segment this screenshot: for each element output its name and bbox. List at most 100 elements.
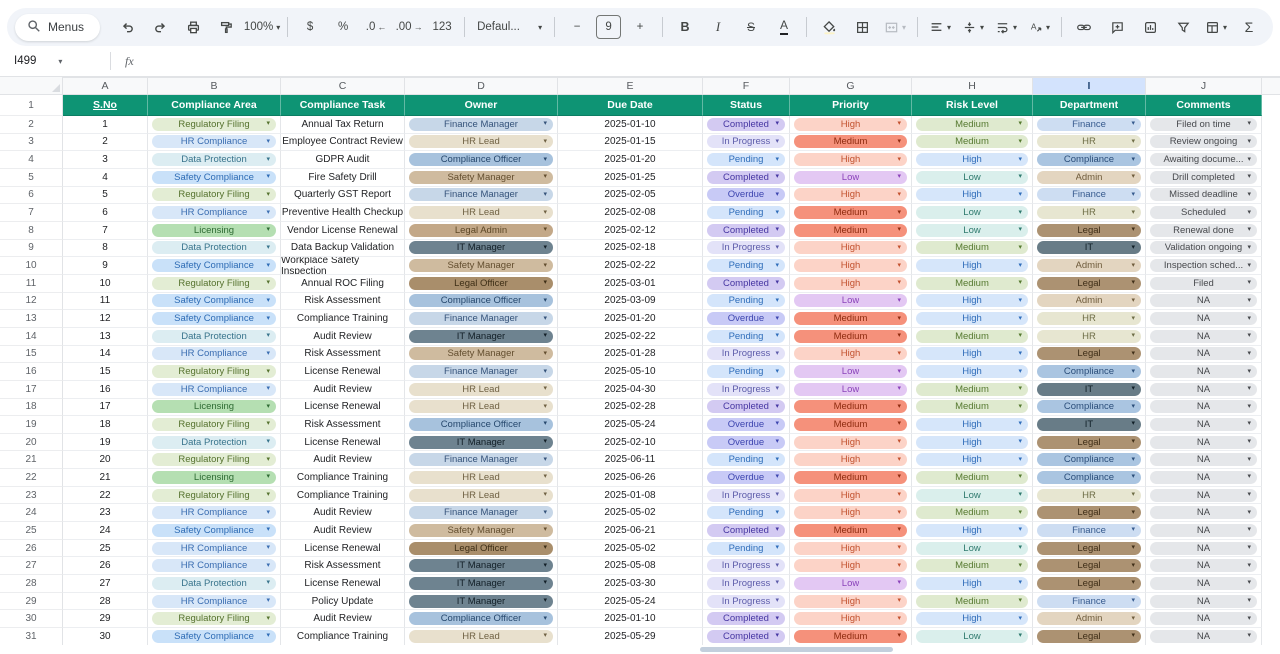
cell-compliance-area[interactable]: Data Protection▾ (148, 240, 281, 258)
cell-department[interactable]: Finance▾ (1033, 593, 1146, 611)
cell-owner[interactable]: HR Lead▾ (405, 487, 558, 505)
cell-risk-level[interactable]: Medium▾ (912, 116, 1033, 134)
row-number-28[interactable]: 28 (0, 575, 63, 593)
cell-department[interactable]: IT▾ (1033, 240, 1146, 258)
status-dropdown-chip[interactable]: Completed▾ (707, 118, 785, 131)
cell-risk-level[interactable]: Medium▾ (912, 593, 1033, 611)
row-number-29[interactable]: 29 (0, 593, 63, 611)
area-dropdown-chip[interactable]: HR Compliance▾ (152, 135, 276, 148)
risk-dropdown-chip[interactable]: High▾ (916, 347, 1028, 360)
select-all-corner[interactable] (0, 77, 63, 95)
header-cell-owner[interactable]: Owner (405, 95, 558, 116)
column-header-H[interactable]: H (912, 77, 1033, 95)
cell-compliance-task[interactable]: Policy Update (281, 593, 405, 611)
owner-dropdown-chip[interactable]: HR Lead▾ (409, 400, 553, 413)
risk-dropdown-chip[interactable]: Medium▾ (916, 559, 1028, 572)
cell-comments[interactable]: NA▾ (1146, 310, 1262, 328)
priority-dropdown-chip[interactable]: Medium▾ (794, 330, 907, 343)
priority-dropdown-chip[interactable]: High▾ (794, 241, 907, 254)
header-cell-compliance-task[interactable]: Compliance Task (281, 95, 405, 116)
dept-dropdown-chip[interactable]: IT▾ (1037, 418, 1141, 431)
cell-sno[interactable]: 28 (63, 593, 148, 611)
priority-dropdown-chip[interactable]: High▾ (794, 489, 907, 502)
cell-status[interactable]: In Progress▾ (703, 575, 790, 593)
cell-compliance-area[interactable]: HR Compliance▾ (148, 381, 281, 399)
risk-dropdown-chip[interactable]: High▾ (916, 612, 1028, 625)
priority-dropdown-chip[interactable]: High▾ (794, 453, 907, 466)
comment-dropdown-chip[interactable]: Missed deadline▾ (1150, 188, 1257, 201)
cell-due-date[interactable]: 2025-02-08 (558, 204, 703, 222)
dept-dropdown-chip[interactable]: Finance▾ (1037, 524, 1141, 537)
area-dropdown-chip[interactable]: HR Compliance▾ (152, 347, 276, 360)
cell-priority[interactable]: High▾ (790, 434, 912, 452)
column-header-B[interactable]: B (148, 77, 281, 95)
zoom-control[interactable]: 100%▾ (243, 14, 281, 40)
cell-owner[interactable]: HR Lead▾ (405, 134, 558, 152)
cell-compliance-area[interactable]: Safety Compliance▾ (148, 522, 281, 540)
cell-risk-level[interactable]: Medium▾ (912, 275, 1033, 293)
cell-compliance-area[interactable]: Regulatory Filing▾ (148, 363, 281, 381)
cell-compliance-area[interactable]: Safety Compliance▾ (148, 257, 281, 275)
cell-risk-level[interactable]: High▾ (912, 151, 1033, 169)
cell-department[interactable]: HR▾ (1033, 204, 1146, 222)
owner-dropdown-chip[interactable]: HR Lead▾ (409, 206, 553, 219)
cell-due-date[interactable]: 2025-05-10 (558, 363, 703, 381)
owner-dropdown-chip[interactable]: Finance Manager▾ (409, 453, 553, 466)
cell-department[interactable]: IT▾ (1033, 381, 1146, 399)
cell-status[interactable]: In Progress▾ (703, 134, 790, 152)
cell-status[interactable]: Pending▾ (703, 540, 790, 558)
row-number-1[interactable]: 1 (0, 95, 63, 116)
cell-sno[interactable]: 27 (63, 575, 148, 593)
row-number-26[interactable]: 26 (0, 540, 63, 558)
area-dropdown-chip[interactable]: Safety Compliance▾ (152, 524, 276, 537)
status-dropdown-chip[interactable]: In Progress▾ (707, 135, 785, 148)
comment-dropdown-chip[interactable]: Review ongoing▾ (1150, 135, 1257, 148)
dept-dropdown-chip[interactable]: Legal▾ (1037, 577, 1141, 590)
comment-dropdown-chip[interactable]: NA▾ (1150, 347, 1257, 360)
cell-compliance-task[interactable]: Risk Assessment (281, 416, 405, 434)
insert-link-button[interactable] (1068, 14, 1100, 40)
cell-compliance-area[interactable]: Data Protection▾ (148, 151, 281, 169)
cell-department[interactable]: Legal▾ (1033, 628, 1146, 646)
row-number-23[interactable]: 23 (0, 487, 63, 505)
dept-dropdown-chip[interactable]: Legal▾ (1037, 224, 1141, 237)
cell-risk-level[interactable]: Medium▾ (912, 557, 1033, 575)
priority-dropdown-chip[interactable]: Medium▾ (794, 418, 907, 431)
cell-department[interactable]: Legal▾ (1033, 557, 1146, 575)
cell-status[interactable]: Pending▾ (703, 204, 790, 222)
comment-dropdown-chip[interactable]: NA▾ (1150, 559, 1257, 572)
cell-owner[interactable]: Compliance Officer▾ (405, 293, 558, 311)
row-number-4[interactable]: 4 (0, 151, 63, 169)
cell-owner[interactable]: Safety Manager▾ (405, 346, 558, 364)
risk-dropdown-chip[interactable]: High▾ (916, 436, 1028, 449)
cell-owner[interactable]: Finance Manager▾ (405, 116, 558, 134)
risk-dropdown-chip[interactable]: High▾ (916, 188, 1028, 201)
row-number-5[interactable]: 5 (0, 169, 63, 187)
cell-status[interactable]: Pending▾ (703, 363, 790, 381)
cell-comments[interactable]: Missed deadline▾ (1146, 187, 1262, 205)
status-dropdown-chip[interactable]: Overdue▾ (707, 312, 785, 325)
cell-status[interactable]: Overdue▾ (703, 416, 790, 434)
status-dropdown-chip[interactable]: Pending▾ (707, 153, 785, 166)
cell-status[interactable]: In Progress▾ (703, 240, 790, 258)
status-dropdown-chip[interactable]: Completed▾ (707, 524, 785, 537)
cell-priority[interactable]: Low▾ (790, 381, 912, 399)
cell-department[interactable]: IT▾ (1033, 416, 1146, 434)
decrease-decimal-button[interactable]: .0← (360, 14, 392, 40)
cell-owner[interactable]: HR Lead▾ (405, 469, 558, 487)
row-number-3[interactable]: 3 (0, 134, 63, 152)
cell-risk-level[interactable]: High▾ (912, 610, 1033, 628)
owner-dropdown-chip[interactable]: Safety Manager▾ (409, 171, 553, 184)
owner-dropdown-chip[interactable]: Safety Manager▾ (409, 259, 553, 272)
row-number-12[interactable]: 12 (0, 293, 63, 311)
cell-compliance-area[interactable]: Data Protection▾ (148, 434, 281, 452)
priority-dropdown-chip[interactable]: Low▾ (794, 577, 907, 590)
cell-owner[interactable]: IT Manager▾ (405, 240, 558, 258)
priority-dropdown-chip[interactable]: High▾ (794, 259, 907, 272)
cell-compliance-area[interactable]: Regulatory Filing▾ (148, 451, 281, 469)
cell-risk-level[interactable]: High▾ (912, 416, 1033, 434)
comment-dropdown-chip[interactable]: Filed on time▾ (1150, 118, 1257, 131)
filter-button[interactable] (1167, 14, 1199, 40)
dept-dropdown-chip[interactable]: Compliance▾ (1037, 471, 1141, 484)
strikethrough-button[interactable]: S (735, 14, 767, 40)
